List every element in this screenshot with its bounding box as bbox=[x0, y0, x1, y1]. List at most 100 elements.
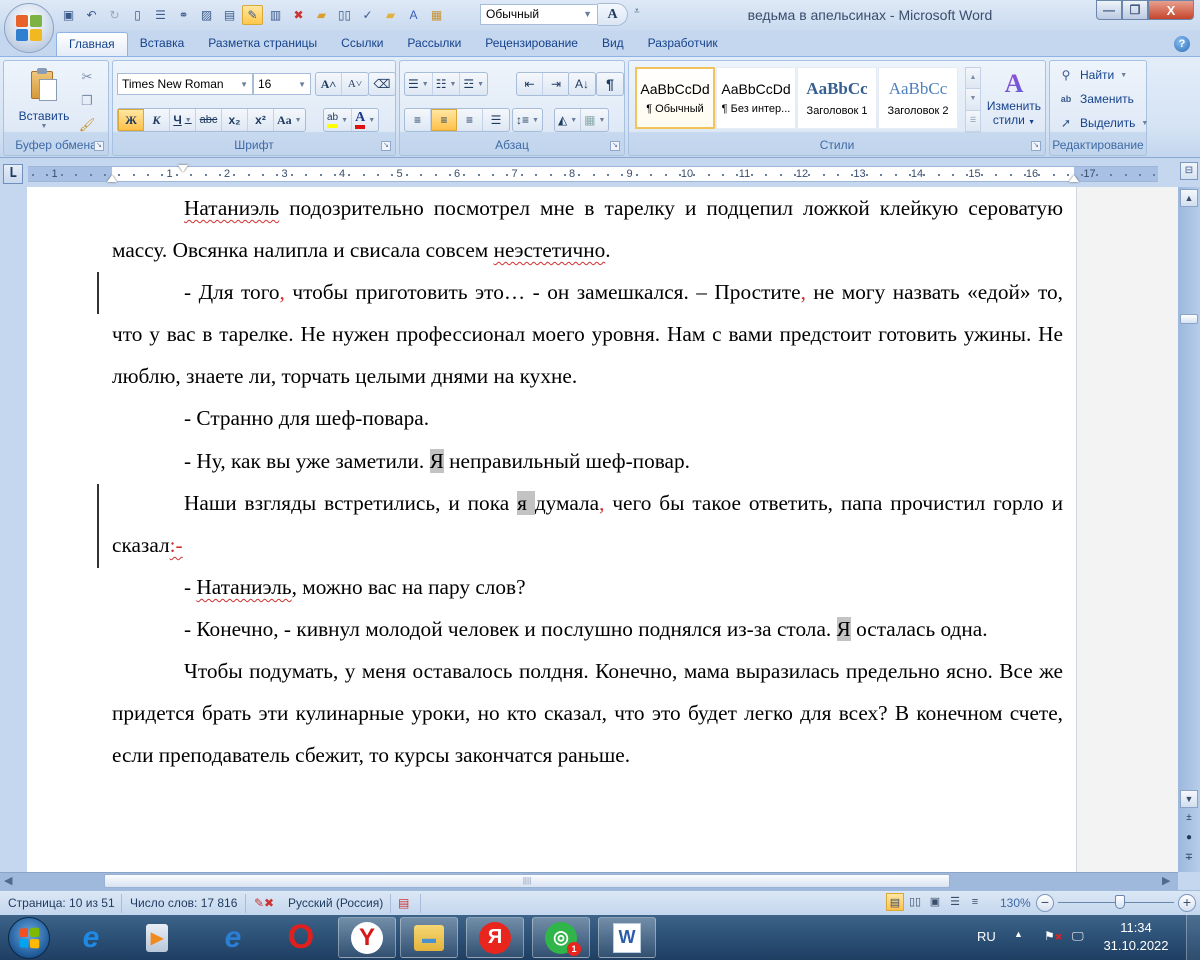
align-right-icon[interactable]: ≡ bbox=[457, 109, 483, 131]
multilevel-list-button[interactable]: ☲ ▼ bbox=[460, 73, 487, 95]
page-count[interactable]: Страница: 10 из 51 bbox=[8, 896, 115, 910]
next-page-icon[interactable]: ∓ bbox=[1182, 852, 1196, 863]
tab-home[interactable]: Главная bbox=[56, 32, 128, 56]
document-page[interactable]: Натаниэль подозрительно посмотрел мне в … bbox=[27, 187, 1077, 872]
vertical-scrollbar[interactable]: ▲ ▼ ± ● ∓ bbox=[1178, 187, 1200, 872]
zoom-level[interactable]: 130% bbox=[1000, 896, 1031, 910]
align-left-icon[interactable]: ≡ bbox=[405, 109, 431, 131]
show-desktop-button[interactable] bbox=[1186, 915, 1200, 960]
document-map-icon[interactable]: ▥ bbox=[265, 5, 286, 25]
book-icon[interactable]: ▯▯ bbox=[334, 5, 355, 25]
paragraph[interactable]: Чтобы подумать, у меня оставалось полдня… bbox=[112, 650, 1063, 776]
increase-indent-icon[interactable]: ⇥ bbox=[543, 73, 569, 95]
tab-developer[interactable]: Разработчик bbox=[636, 32, 730, 56]
undo-icon[interactable]: ↶ bbox=[81, 5, 102, 25]
paragraph[interactable]: Натаниэль подозрительно посмотрел мне в … bbox=[112, 187, 1063, 271]
minimize-button[interactable]: — bbox=[1096, 0, 1122, 20]
scroll-down-button[interactable]: ▼ bbox=[1180, 790, 1198, 808]
taskbar-app-messenger[interactable]: ◎ 1 bbox=[532, 917, 590, 958]
page-icon[interactable]: ▤ bbox=[219, 5, 240, 25]
zoom-in-icon[interactable]: + bbox=[1178, 894, 1196, 912]
paragraph[interactable]: - Натаниэль, можно вас на пару слов? bbox=[112, 566, 1063, 608]
redo-icon[interactable]: ↻ bbox=[104, 5, 125, 25]
font-color-icon[interactable]: A bbox=[403, 5, 424, 25]
justify-icon[interactable]: ☰ bbox=[483, 109, 509, 131]
line-spacing-button[interactable]: ↕≡ ▼ bbox=[513, 109, 542, 131]
clear-formatting-icon[interactable]: ⌫ bbox=[369, 73, 395, 95]
horizontal-scrollbar[interactable]: ◀ |||| ▶ bbox=[0, 872, 1178, 890]
draft-view-icon[interactable]: ≡ bbox=[966, 893, 984, 911]
insert-picture-icon[interactable]: ▨ bbox=[196, 5, 217, 25]
paragraph[interactable]: - Странно для шеф-повара. bbox=[112, 397, 1063, 439]
spelling-icon[interactable]: ✓ bbox=[357, 5, 378, 25]
horizontal-scroll-thumb[interactable]: |||| bbox=[104, 874, 950, 888]
font-name-combo[interactable]: Times New Roman ▼ bbox=[117, 73, 253, 95]
quick-style-combo[interactable]: Обычный ▼ bbox=[480, 4, 598, 25]
word-count[interactable]: Число слов: 17 816 bbox=[130, 896, 237, 910]
change-styles-button[interactable]: A Изменить стили ▼ bbox=[985, 69, 1043, 127]
font-size-combo[interactable]: 16 ▼ bbox=[253, 73, 311, 95]
italic-button[interactable]: К bbox=[144, 109, 170, 131]
tab-mailings[interactable]: Рассылки bbox=[395, 32, 473, 56]
outline-view-icon[interactable]: ☰ bbox=[946, 893, 964, 911]
tab-insert[interactable]: Вставка bbox=[128, 32, 197, 56]
dialog-launcher-icon[interactable]: ↘ bbox=[610, 141, 620, 151]
gallery-up-icon[interactable]: ▲ bbox=[966, 68, 980, 90]
office-button[interactable] bbox=[4, 3, 54, 53]
new-document-icon[interactable]: ▯ bbox=[127, 5, 148, 25]
borders-button[interactable]: ▦ ▼ bbox=[581, 109, 608, 131]
decrease-indent-icon[interactable]: ⇤ bbox=[517, 73, 543, 95]
style-heading-1[interactable]: AaBbCc Заголовок 1 bbox=[797, 67, 877, 129]
numbering-button[interactable]: ☷ ▼ bbox=[433, 73, 461, 95]
tab-references[interactable]: Ссылки bbox=[329, 32, 395, 56]
paragraph[interactable]: Наши взгляды встретились, и пока я думал… bbox=[112, 482, 1063, 566]
bold-button[interactable]: Ж bbox=[118, 109, 144, 131]
gallery-down-icon[interactable]: ▼ bbox=[966, 89, 980, 111]
print-preview-icon[interactable]: ☰ bbox=[150, 5, 171, 25]
dialog-launcher-icon[interactable]: ↘ bbox=[1031, 141, 1041, 151]
format-painter-icon[interactable]: 🖌 bbox=[78, 117, 96, 133]
first-line-indent-marker[interactable] bbox=[178, 165, 188, 172]
edit-document-icon[interactable]: ✎ bbox=[242, 5, 263, 25]
web-layout-icon[interactable]: ▣ bbox=[926, 893, 944, 911]
align-center-icon[interactable]: ≡ bbox=[431, 109, 457, 131]
style-no-spacing[interactable]: AaBbCcDd ¶ Без интер... bbox=[716, 67, 796, 129]
taskbar-app-media-player[interactable]: ▶ bbox=[128, 917, 186, 958]
close-button[interactable]: X bbox=[1148, 0, 1194, 20]
zoom-out-icon[interactable]: − bbox=[1036, 894, 1054, 912]
strikethrough-button[interactable]: abc bbox=[196, 109, 222, 131]
horizontal-ruler[interactable]: 1 1 2 3 4 5 6 7 8 9 10 11 12 13 14 15 16 17 bbox=[28, 165, 1158, 182]
change-case-button[interactable]: Aa ▼ bbox=[274, 109, 305, 131]
bullets-button[interactable]: ☰ ▼ bbox=[405, 73, 433, 95]
taskbar-app-opera[interactable]: O bbox=[272, 917, 330, 958]
tab-stop-selector[interactable]: L bbox=[3, 164, 23, 184]
font-color-button[interactable]: A ▼ bbox=[352, 109, 378, 131]
action-center-flag-icon[interactable]: ⚑✖ bbox=[1044, 929, 1062, 943]
gallery-more-icon[interactable]: ☰ bbox=[966, 110, 980, 132]
scroll-right-icon[interactable]: ▶ bbox=[1162, 874, 1170, 887]
view-ruler-button[interactable]: ⊟ bbox=[1180, 162, 1198, 180]
find-button[interactable]: ⚲ Найти ▼ bbox=[1058, 68, 1128, 82]
tab-page-layout[interactable]: Разметка страницы bbox=[196, 32, 329, 56]
maximize-button[interactable]: ❐ bbox=[1122, 0, 1148, 20]
macro-recording-icon[interactable]: ▤ bbox=[398, 896, 409, 910]
quick-font-button[interactable]: A bbox=[598, 3, 628, 26]
proofing-error-icon[interactable]: ✎✖ bbox=[254, 896, 274, 910]
scroll-thumb[interactable] bbox=[1180, 314, 1198, 324]
replace-button[interactable]: ab Заменить bbox=[1058, 92, 1134, 106]
start-button[interactable] bbox=[8, 917, 50, 959]
underline-button[interactable]: Ч ▼ bbox=[170, 109, 196, 131]
zoom-slider-handle[interactable] bbox=[1115, 895, 1126, 909]
input-language[interactable]: RU bbox=[977, 929, 996, 944]
customize-toolbar-icon[interactable]: ⩡ bbox=[634, 6, 640, 17]
network-icon[interactable]: 🖵 bbox=[1072, 929, 1084, 944]
taskbar-app-internet-explorer-edge[interactable]: e bbox=[62, 917, 120, 958]
paragraph[interactable]: - Конечно, - кивнул молодой человек и по… bbox=[112, 608, 1063, 650]
show-formatting-button[interactable]: ¶ bbox=[597, 73, 623, 95]
document-text[interactable]: Натаниэль подозрительно посмотрел мне в … bbox=[112, 187, 1063, 776]
style-normal[interactable]: AaBbCcDd ¶ Обычный bbox=[635, 67, 715, 129]
subscript-button[interactable]: x₂ bbox=[222, 109, 248, 131]
paste-button[interactable]: Вставить ▼ bbox=[16, 67, 72, 130]
previous-page-icon[interactable]: ± bbox=[1182, 812, 1196, 823]
hyperlink-icon[interactable]: ⚭ bbox=[173, 5, 194, 25]
